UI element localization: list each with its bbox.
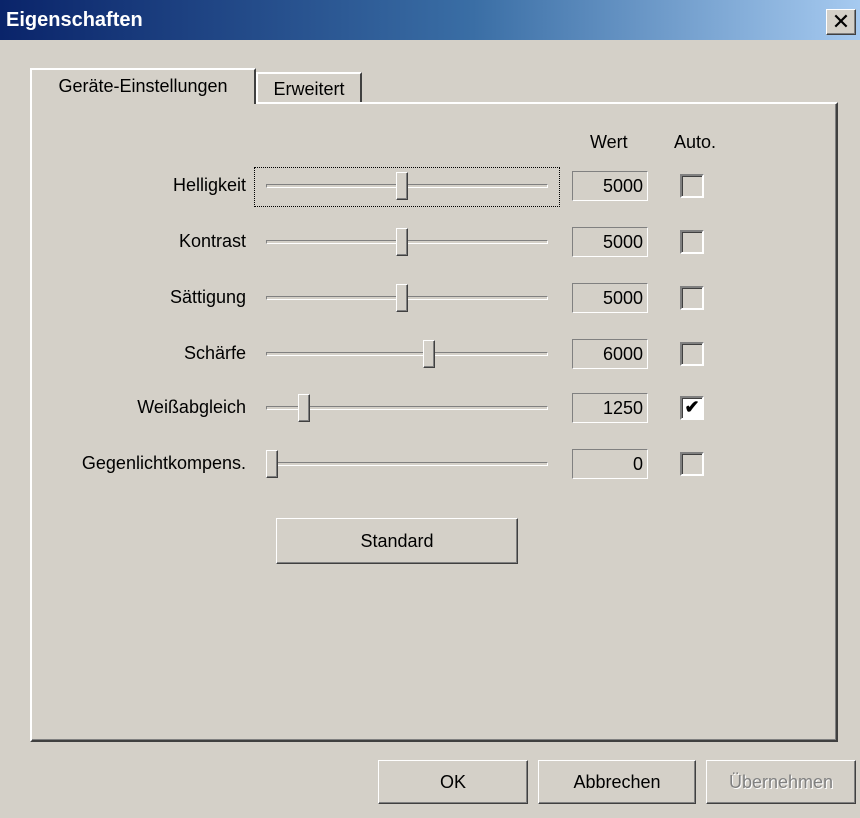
slider-track[interactable] (266, 462, 548, 466)
slider-label: Helligkeit (172, 175, 246, 195)
tab-label: Erweitert (273, 79, 345, 99)
slider-track[interactable] (266, 352, 548, 356)
slider-label: Weißabgleich (137, 397, 246, 417)
tab-geraete-einstellungen[interactable]: Geräte-Einstellungen (30, 68, 256, 104)
slider-thumb[interactable] (298, 394, 310, 422)
close-icon: ✕ (831, 9, 851, 34)
tab-erweitert[interactable]: Erweitert (256, 72, 362, 104)
value-field: 6000 (572, 339, 648, 369)
slider-label: Gegenlichtkompens. (81, 453, 246, 473)
slider-label: Kontrast (178, 231, 246, 251)
slider-thumb[interactable] (423, 340, 435, 368)
slider-thumb[interactable] (266, 450, 278, 478)
standard-button[interactable]: Standard (276, 518, 518, 564)
value-field: 5000 (572, 227, 648, 257)
close-button[interactable]: ✕ (826, 9, 856, 35)
auto-checkbox[interactable] (680, 342, 704, 366)
value-field: 5000 (572, 171, 648, 201)
slider-label: Sättigung (169, 287, 246, 307)
auto-checkbox[interactable] (680, 230, 704, 254)
ok-button[interactable]: OK (378, 760, 528, 804)
slider-label: Schärfe (183, 343, 246, 363)
auto-checkbox[interactable] (680, 286, 704, 310)
apply-button[interactable]: Übernehmen (706, 760, 856, 804)
cancel-button[interactable]: Abbrechen (538, 760, 696, 804)
slider-thumb[interactable] (396, 228, 408, 256)
value-field: 5000 (572, 283, 648, 313)
value-field: 1250 (572, 393, 648, 423)
value-field: 0 (572, 449, 648, 479)
tab-label: Geräte-Einstellungen (58, 76, 228, 96)
slider-thumb[interactable] (396, 172, 408, 200)
auto-checkbox[interactable]: ✔ (680, 396, 704, 420)
title-bar: Eigenschaften ✕ (0, 0, 860, 40)
auto-checkbox[interactable] (680, 174, 704, 198)
value-column-header: Wert (590, 132, 628, 152)
slider-thumb[interactable] (396, 284, 408, 312)
auto-checkbox[interactable] (680, 452, 704, 476)
checkmark-icon: ✔ (684, 397, 700, 417)
window-title: Eigenschaften (6, 9, 143, 31)
auto-column-header: Auto. (674, 132, 717, 152)
